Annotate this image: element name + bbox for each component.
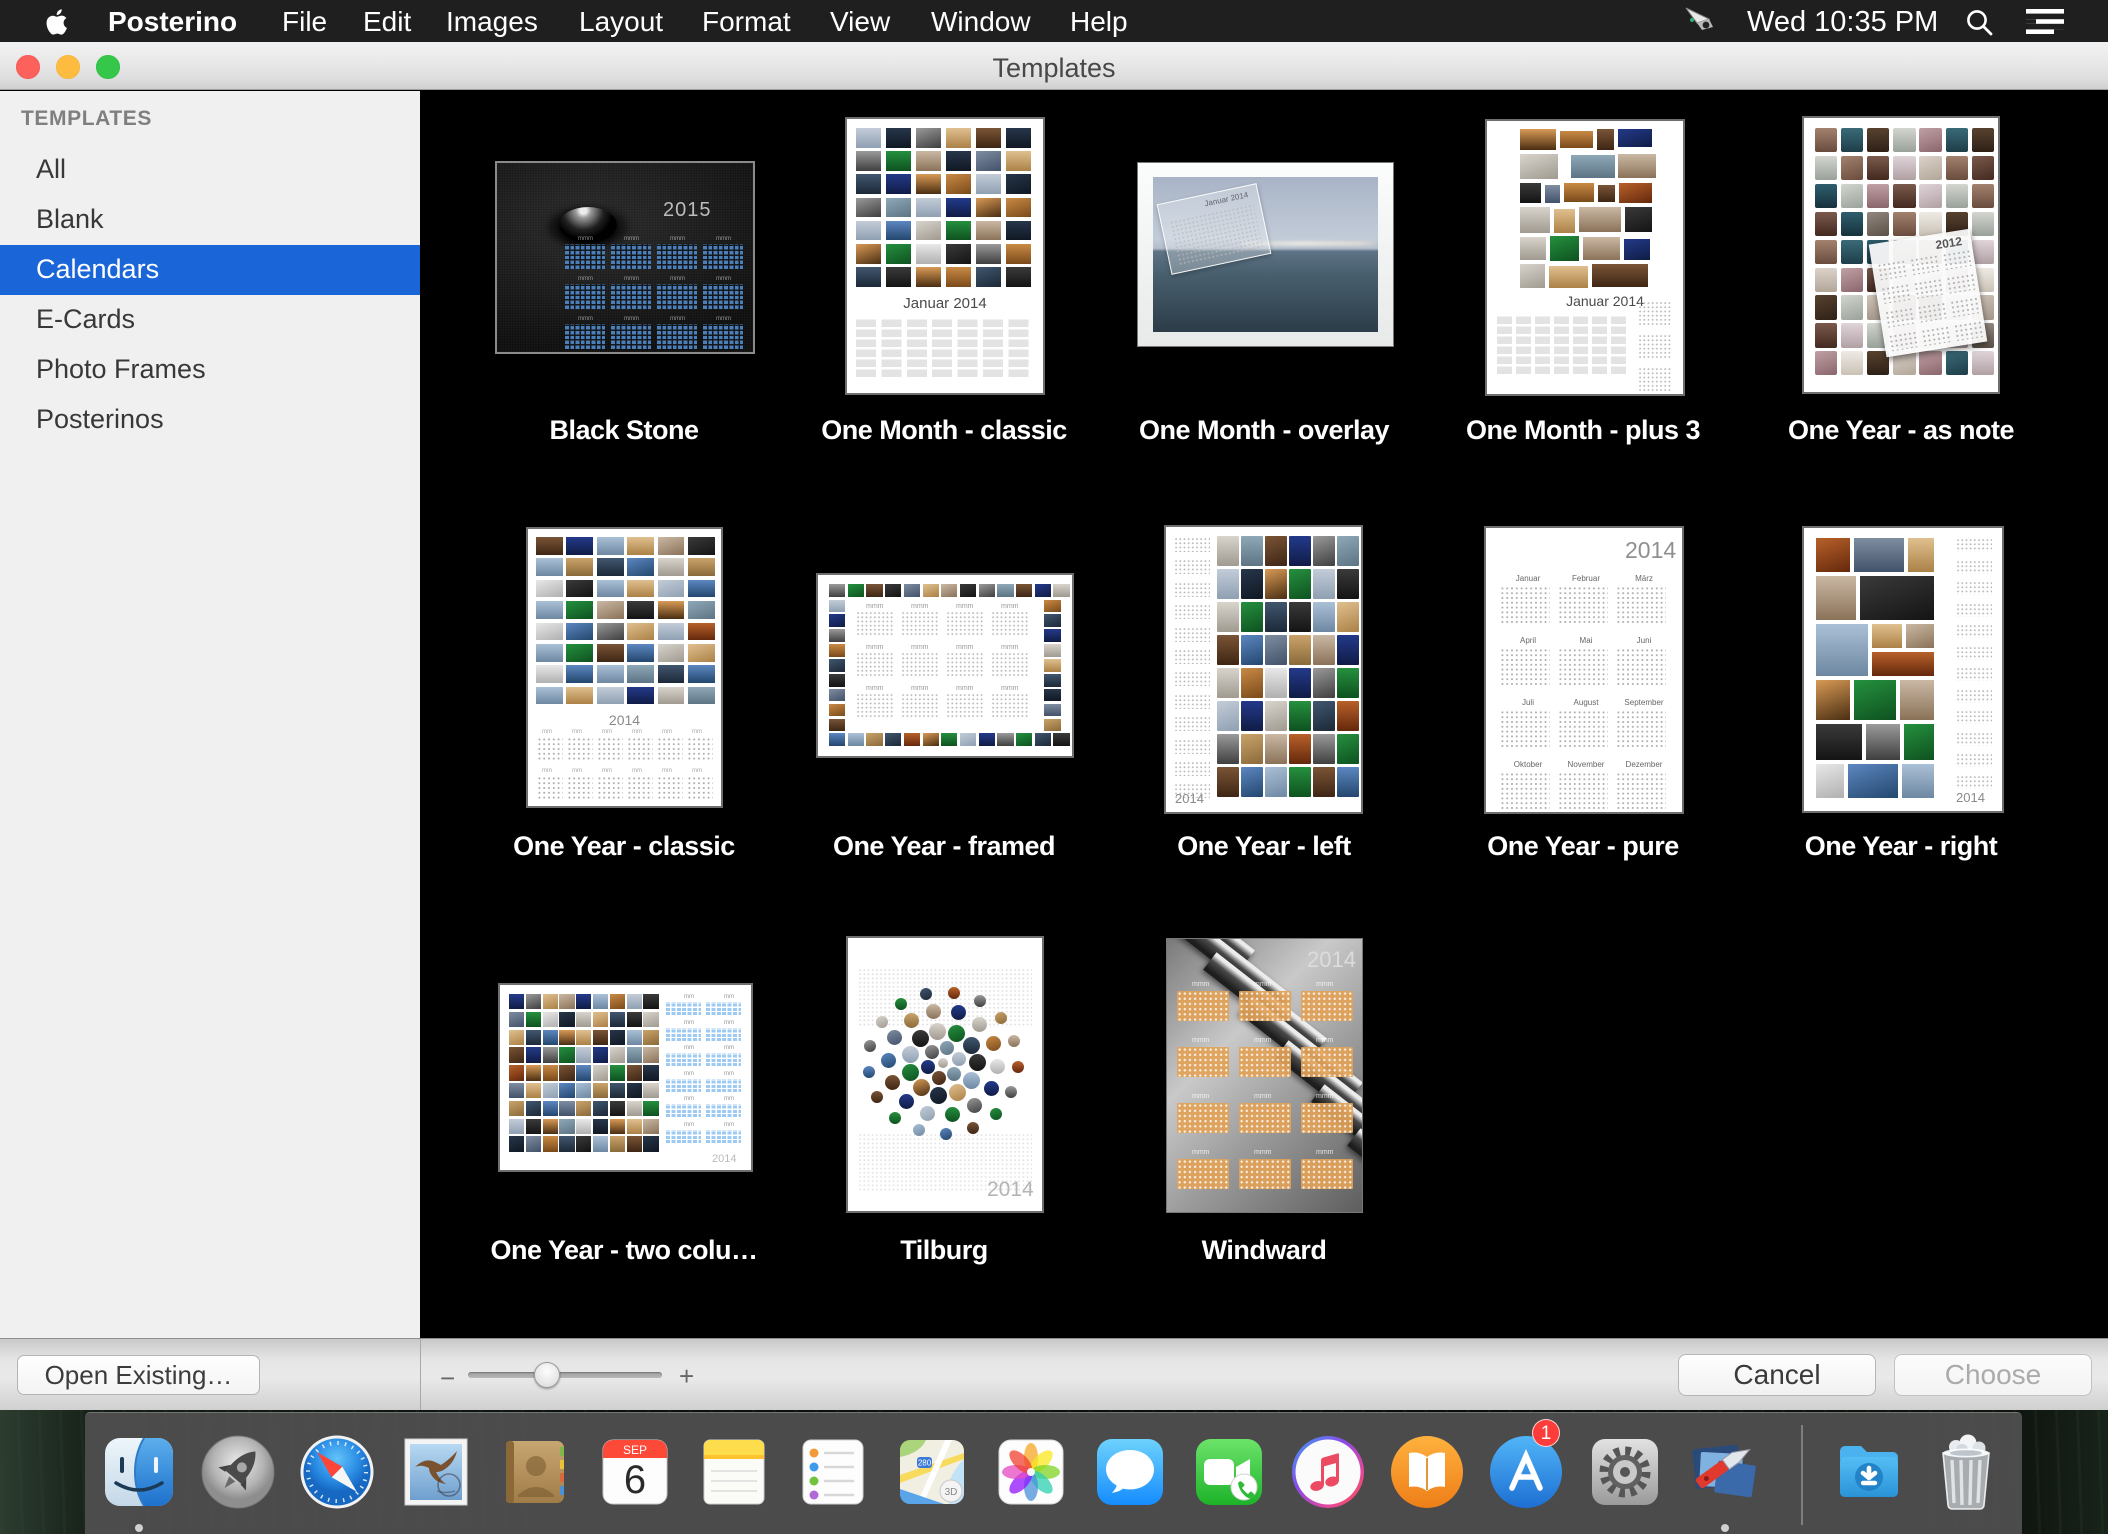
svg-text:280: 280 — [918, 1459, 932, 1468]
svg-text:SEP: SEP — [623, 1443, 647, 1457]
svg-text:3D: 3D — [945, 1487, 958, 1498]
svg-text:6: 6 — [624, 1458, 646, 1502]
